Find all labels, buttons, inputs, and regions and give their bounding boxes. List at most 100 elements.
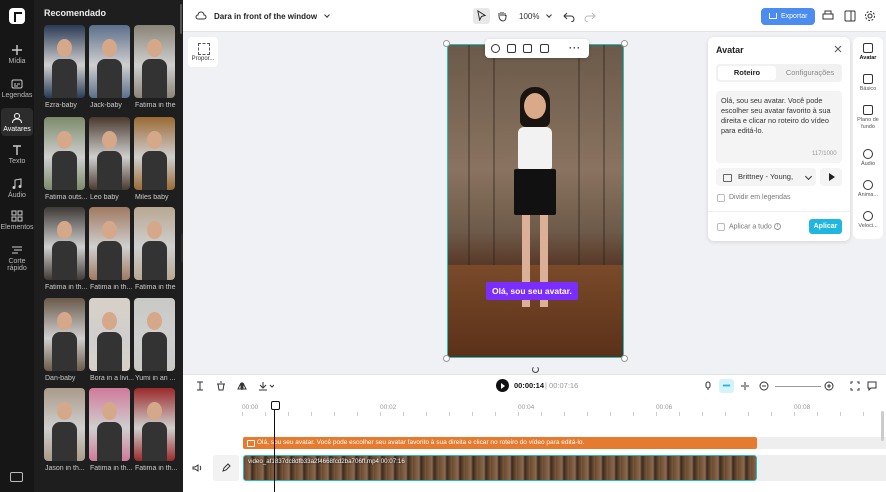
rotate-handle[interactable] — [532, 366, 539, 373]
replace-icon[interactable] — [507, 44, 516, 53]
undo-icon[interactable] — [563, 10, 575, 22]
rside-animation[interactable]: Anima... — [853, 180, 883, 199]
avatar-tile[interactable] — [44, 298, 85, 371]
rside-basic[interactable]: Básico — [853, 74, 883, 93]
rail-item-audio[interactable]: Áudio — [0, 178, 34, 199]
resize-handle[interactable] — [443, 355, 450, 362]
background-icon — [863, 105, 873, 115]
avatar-tile[interactable] — [89, 117, 130, 190]
playhead[interactable] — [271, 401, 280, 492]
flip-icon[interactable] — [237, 381, 247, 391]
library-scrollbar[interactable] — [180, 4, 182, 34]
avatar-tile[interactable] — [134, 207, 175, 280]
track-cover-button[interactable] — [213, 455, 239, 481]
snap-icon[interactable] — [740, 381, 750, 391]
avatar-tile[interactable] — [44, 207, 85, 280]
ruler-tick — [472, 412, 473, 416]
ruler-tick — [311, 412, 312, 416]
timeline-scrollbar[interactable] — [881, 411, 884, 441]
layout-icon[interactable] — [844, 10, 856, 22]
trash-icon[interactable] — [216, 381, 226, 391]
resize-handle[interactable] — [443, 40, 450, 47]
curtain-fold — [603, 45, 605, 265]
aspect-ratio-button[interactable]: Propor... — [188, 37, 218, 67]
ruler-tick — [840, 412, 841, 416]
project-title[interactable]: Dara in front of the window — [214, 12, 331, 21]
mask-icon[interactable] — [540, 44, 549, 53]
rail-item-quick-cut[interactable]: Corte rápido — [0, 244, 34, 272]
rside-speed[interactable]: Veloci... — [853, 211, 883, 230]
avatar-tile[interactable] — [89, 298, 130, 371]
close-icon[interactable] — [834, 45, 842, 53]
avatar-tile[interactable] — [44, 388, 85, 461]
ruler-tick — [633, 412, 634, 416]
rside-background[interactable]: Plano de fundo — [853, 105, 883, 130]
apply-button[interactable]: Aplicar — [809, 219, 842, 234]
avatar-tile[interactable] — [89, 388, 130, 461]
video-track-clip[interactable]: video_af1837dc8dfb33a2f4668fcd2ba706ff.m… — [243, 455, 757, 481]
preview-voice-button[interactable] — [820, 168, 842, 186]
resize-handle[interactable] — [621, 355, 628, 362]
select-tool-button[interactable] — [473, 8, 490, 24]
avatar-tile[interactable] — [89, 207, 130, 280]
download-icon[interactable] — [258, 381, 274, 391]
avatar-thumbnail-figure — [102, 402, 117, 420]
tab-settings[interactable]: Configurações — [780, 66, 840, 80]
avatar-tile[interactable] — [134, 388, 175, 461]
crop-icon[interactable] — [523, 44, 532, 53]
export-button[interactable]: Exportar — [761, 8, 815, 25]
avatar-tile[interactable] — [89, 25, 130, 98]
rside-audio[interactable]: Áudio — [853, 149, 883, 168]
rail-item-avatars[interactable]: Avatares — [1, 108, 33, 136]
zoom-in-icon[interactable] — [824, 381, 834, 391]
avatar-swap-icon[interactable] — [491, 44, 500, 53]
fit-icon[interactable] — [850, 381, 860, 391]
rail-item-captions[interactable]: Legendas — [0, 78, 34, 99]
apply-all-checkbox[interactable] — [717, 223, 725, 231]
char-count: 117/1000 — [812, 151, 837, 157]
keyboard-icon[interactable] — [10, 472, 23, 482]
avatar-tile[interactable] — [134, 298, 175, 371]
gear-icon[interactable] — [864, 10, 876, 22]
avatar-tile[interactable] — [44, 117, 85, 190]
rail-item-label: Áudio — [8, 192, 26, 199]
rail-item-media[interactable]: Mídia — [0, 44, 34, 65]
panel-title: Avatar — [716, 45, 744, 55]
avatar-thumbnail-body — [97, 422, 122, 461]
volume-icon[interactable] — [192, 463, 202, 473]
print-icon[interactable] — [822, 10, 834, 22]
text-track-clip[interactable]: Olá, sou seu avatar. Você pode escolher … — [243, 437, 757, 449]
comment-icon[interactable] — [867, 381, 877, 391]
video-caption[interactable]: Olá, sou seu avatar. — [486, 282, 578, 300]
rail-item-elements[interactable]: Elementos — [0, 210, 34, 231]
tab-script[interactable]: Roteiro — [718, 66, 776, 80]
split-captions-checkbox[interactable] — [717, 194, 725, 202]
avatar-thumbnail-figure — [57, 402, 72, 420]
rside-avatar[interactable]: Avatar — [853, 43, 883, 62]
avatar-face — [524, 93, 546, 119]
microphone-icon[interactable] — [703, 381, 713, 391]
avatar-tile[interactable] — [134, 25, 175, 98]
voice-select[interactable]: Brittney - Young, — [716, 168, 816, 186]
avatar-tile[interactable] — [134, 117, 175, 190]
split-icon[interactable] — [195, 381, 205, 391]
play-button[interactable] — [496, 379, 509, 392]
video-preview[interactable]: Olá, sou seu avatar. — [447, 44, 624, 358]
avatar-tile[interactable] — [44, 25, 85, 98]
more-icon[interactable]: ··· — [569, 43, 581, 53]
hand-icon[interactable] — [496, 10, 508, 22]
speed-icon — [863, 211, 873, 221]
redo-icon[interactable] — [584, 10, 596, 22]
resize-handle[interactable] — [621, 40, 628, 47]
zoom-selector[interactable]: 100% — [519, 12, 552, 21]
rail-item-text[interactable]: Texto — [0, 144, 34, 165]
avatar-tile-label: Fatima in th... — [90, 465, 133, 472]
info-icon[interactable]: i — [773, 223, 781, 230]
rside-label: Avatar — [859, 55, 877, 61]
zoom-out-icon[interactable] — [759, 381, 769, 391]
link-tracks-button[interactable] — [719, 379, 734, 393]
zoom-slider[interactable] — [775, 386, 821, 387]
project-title-text: Dara in front of the window — [214, 12, 318, 21]
animation-icon — [863, 180, 873, 190]
avatar-thumbnail-body — [52, 59, 77, 98]
